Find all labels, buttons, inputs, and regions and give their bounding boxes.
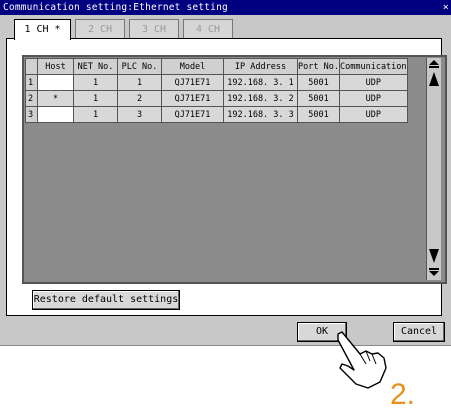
net-no-cell[interactable]: 1 <box>73 106 118 123</box>
ip-address-cell[interactable]: 192.168. 3. 3 <box>223 106 298 123</box>
scroll-down-icon[interactable] <box>427 248 441 267</box>
net-no-cell[interactable]: 1 <box>73 74 118 91</box>
plc-no-cell[interactable]: 2 <box>117 90 162 107</box>
row-number: 1 <box>25 74 38 91</box>
tab-1ch[interactable]: 1 CH * <box>14 19 71 40</box>
net-no-cell[interactable]: 1 <box>73 90 118 107</box>
communication-cell[interactable]: UDP <box>339 74 408 91</box>
port-no-cell[interactable]: 5001 <box>297 74 340 91</box>
column-header-host: Host <box>37 58 74 75</box>
scroll-up-icon[interactable] <box>427 71 441 90</box>
column-header-ip-address: IP Address <box>223 58 298 75</box>
tab-4ch[interactable]: 4 CH <box>183 19 233 38</box>
row-number: 2 <box>25 90 38 107</box>
tab-2ch[interactable]: 2 CH <box>75 19 125 38</box>
step-number: 2. <box>390 378 416 411</box>
row-number: 3 <box>25 106 38 123</box>
title-bar: Communication setting:Ethernet setting × <box>0 0 451 15</box>
vertical-scrollbar[interactable] <box>426 58 441 280</box>
window-title: Communication setting:Ethernet setting <box>3 2 228 13</box>
host-cell[interactable]: * <box>37 90 74 107</box>
communication-cell[interactable]: UDP <box>339 106 408 123</box>
model-cell[interactable]: QJ71E71 <box>161 74 224 91</box>
host-cell[interactable] <box>37 74 74 91</box>
column-header-communication: Communication <box>339 58 408 75</box>
table-row[interactable]: 3 1 3 QJ71E71 192.168. 3. 3 5001 UDP <box>25 106 408 123</box>
column-header-plc-no: PLC No. <box>117 58 162 75</box>
column-header-net-no: NET No. <box>73 58 118 75</box>
plc-no-cell[interactable]: 3 <box>117 106 162 123</box>
ip-address-cell[interactable]: 192.168. 3. 2 <box>223 90 298 107</box>
column-header-model: Model <box>161 58 224 75</box>
port-no-cell[interactable]: 5001 <box>297 90 340 107</box>
table-row[interactable]: 1 1 1 QJ71E71 192.168. 3. 1 5001 UDP <box>25 74 408 91</box>
table-row[interactable]: 2 * 1 2 QJ71E71 192.168. 3. 2 5001 UDP <box>25 90 408 107</box>
communication-cell[interactable]: UDP <box>339 90 408 107</box>
plc-no-cell[interactable]: 1 <box>117 74 162 91</box>
rownum-header <box>25 58 38 75</box>
port-no-cell[interactable]: 5001 <box>297 106 340 123</box>
close-icon[interactable]: × <box>443 0 449 15</box>
host-cell[interactable] <box>37 106 74 123</box>
restore-default-settings-button[interactable]: Restore default settings <box>32 290 180 310</box>
ethernet-table: Host NET No. PLC No. Model IP Address Po… <box>25 58 408 123</box>
table-header-row: Host NET No. PLC No. Model IP Address Po… <box>25 58 408 75</box>
model-cell[interactable]: QJ71E71 <box>161 106 224 123</box>
tab-3ch[interactable]: 3 CH <box>129 19 179 38</box>
model-cell[interactable]: QJ71E71 <box>161 90 224 107</box>
column-header-port-no: Port No. <box>297 58 340 75</box>
ip-address-cell[interactable]: 192.168. 3. 1 <box>223 74 298 91</box>
scroll-bottom-icon[interactable] <box>427 267 441 280</box>
ethernet-setting-window: Communication setting:Ethernet setting ×… <box>0 0 451 346</box>
